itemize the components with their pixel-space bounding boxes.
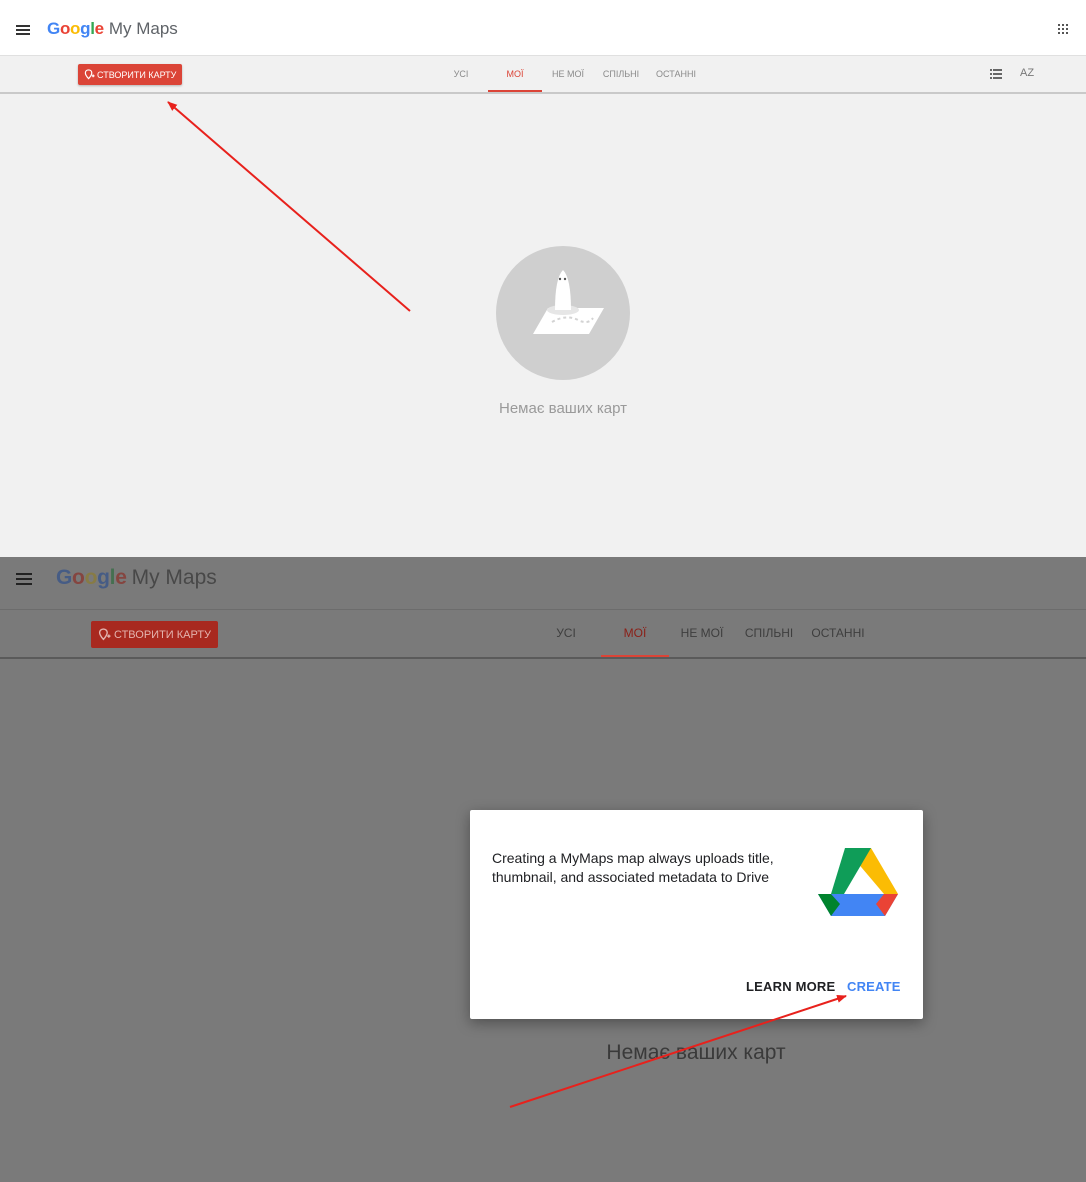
arrow-to-create-button	[509, 995, 847, 1108]
arrow-to-create-map	[167, 101, 411, 312]
annotation-arrows	[167, 101, 847, 1108]
